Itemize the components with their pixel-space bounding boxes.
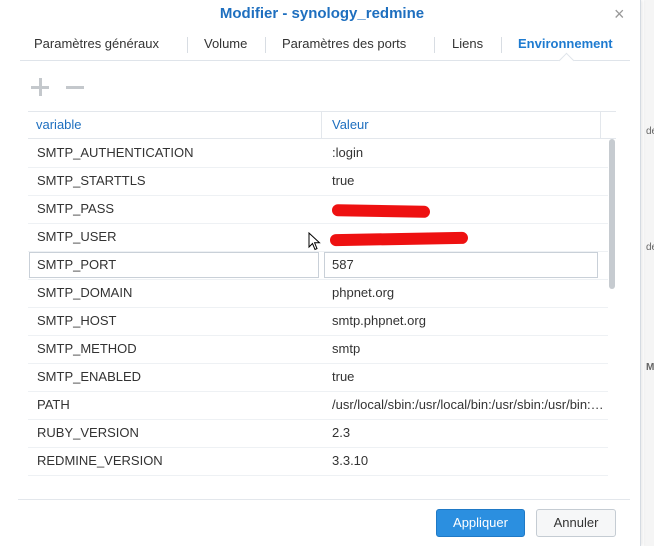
tab-general-settings[interactable]: Paramètres généraux bbox=[34, 30, 159, 60]
variable-name: SMTP_USER bbox=[37, 229, 117, 244]
tab-bar: Paramètres généraux Volume Paramètres de… bbox=[20, 30, 630, 61]
variable-value: true bbox=[332, 173, 355, 188]
column-separator[interactable] bbox=[321, 112, 322, 138]
background-window-edge: de de M bbox=[644, 0, 654, 546]
table-row[interactable]: SMTP_METHOD smtp bbox=[28, 335, 608, 364]
apply-button[interactable]: Appliquer bbox=[436, 509, 525, 537]
background-text-fragment: de bbox=[646, 242, 654, 253]
tab-separator bbox=[265, 37, 266, 53]
grid-header: variable Valeur bbox=[28, 112, 616, 139]
table-row-editing[interactable]: SMTP_PORT 587 bbox=[28, 251, 608, 280]
column-header-value[interactable]: Valeur bbox=[324, 112, 602, 138]
mouse-cursor-icon bbox=[308, 232, 321, 251]
table-row[interactable]: REDMINE_VERSION 3.3.10 bbox=[28, 447, 608, 476]
tab-separator bbox=[501, 37, 502, 53]
scrollbar-thumb[interactable] bbox=[609, 139, 615, 289]
tab-links[interactable]: Liens bbox=[452, 30, 483, 60]
variable-name: SMTP_STARTTLS bbox=[37, 173, 146, 188]
column-separator[interactable] bbox=[600, 112, 601, 138]
redaction-mark bbox=[329, 231, 469, 247]
variable-name: SMTP_ENABLED bbox=[37, 369, 142, 384]
variable-value: phpnet.org bbox=[332, 285, 395, 300]
variable-name: SMTP_PASS bbox=[37, 201, 115, 216]
variable-value: 587 bbox=[332, 257, 354, 272]
table-row[interactable]: RUBY_VERSION 2.3 bbox=[28, 419, 608, 448]
value-edit-field[interactable]: 587 bbox=[324, 252, 598, 278]
close-icon[interactable]: × bbox=[614, 4, 625, 25]
tab-volume[interactable]: Volume bbox=[204, 30, 247, 60]
redaction-mark bbox=[331, 204, 431, 218]
variable-name: PATH bbox=[37, 397, 70, 412]
background-text-fragment: de bbox=[646, 126, 654, 137]
variable-value: smtp.phpnet.org bbox=[332, 313, 426, 328]
variable-name: SMTP_PORT bbox=[37, 257, 117, 272]
variable-name: SMTP_DOMAIN bbox=[37, 285, 133, 300]
dialog-title: Modifier - synology_redmine bbox=[219, 5, 425, 22]
table-row[interactable]: SMTP_PASS bbox=[28, 195, 608, 224]
tab-port-settings[interactable]: Paramètres des ports bbox=[282, 30, 406, 60]
background-text-fragment: M bbox=[646, 362, 654, 373]
tab-separator bbox=[434, 37, 435, 53]
table-row[interactable]: PATH /usr/local/sbin:/usr/local/bin:/usr… bbox=[28, 391, 608, 420]
variable-name: SMTP_METHOD bbox=[37, 341, 137, 356]
variable-name: RUBY_VERSION bbox=[37, 425, 139, 440]
cancel-button[interactable]: Annuler bbox=[536, 509, 616, 537]
variable-value: 2.3 bbox=[332, 425, 351, 440]
table-row[interactable]: SMTP_STARTTLS true bbox=[28, 167, 608, 196]
plus-icon[interactable] bbox=[28, 74, 54, 100]
footer-divider bbox=[18, 499, 630, 500]
variable-name: SMTP_AUTHENTICATION bbox=[37, 145, 194, 160]
tab-separator bbox=[187, 37, 188, 53]
column-header-variable[interactable]: variable bbox=[28, 112, 316, 138]
variable-value: smtp bbox=[332, 341, 361, 356]
variable-value: :login bbox=[332, 145, 364, 160]
table-row[interactable]: SMTP_DOMAIN phpnet.org bbox=[28, 279, 608, 308]
minus-icon[interactable] bbox=[63, 74, 89, 100]
variable-value: 3.3.10 bbox=[332, 453, 369, 468]
table-row[interactable]: SMTP_ENABLED true bbox=[28, 363, 608, 392]
variable-name: REDMINE_VERSION bbox=[37, 453, 163, 468]
grid-scrollbar[interactable] bbox=[607, 139, 616, 472]
variable-edit-field[interactable]: SMTP_PORT bbox=[29, 252, 319, 278]
table-row[interactable]: SMTP_HOST smtp.phpnet.org bbox=[28, 307, 608, 336]
variable-name: SMTP_HOST bbox=[37, 313, 117, 328]
table-row[interactable]: SMTP_AUTHENTICATION :login bbox=[28, 139, 608, 168]
environment-grid: variable Valeur SMTP_AUTHENTICATION :log… bbox=[28, 111, 616, 476]
variable-value: true bbox=[332, 369, 355, 384]
variable-value: /usr/local/sbin:/usr/local/bin:/usr/sbin… bbox=[332, 397, 604, 412]
edit-container-dialog: Modifier - synology_redmine × Paramètres… bbox=[0, 0, 641, 546]
